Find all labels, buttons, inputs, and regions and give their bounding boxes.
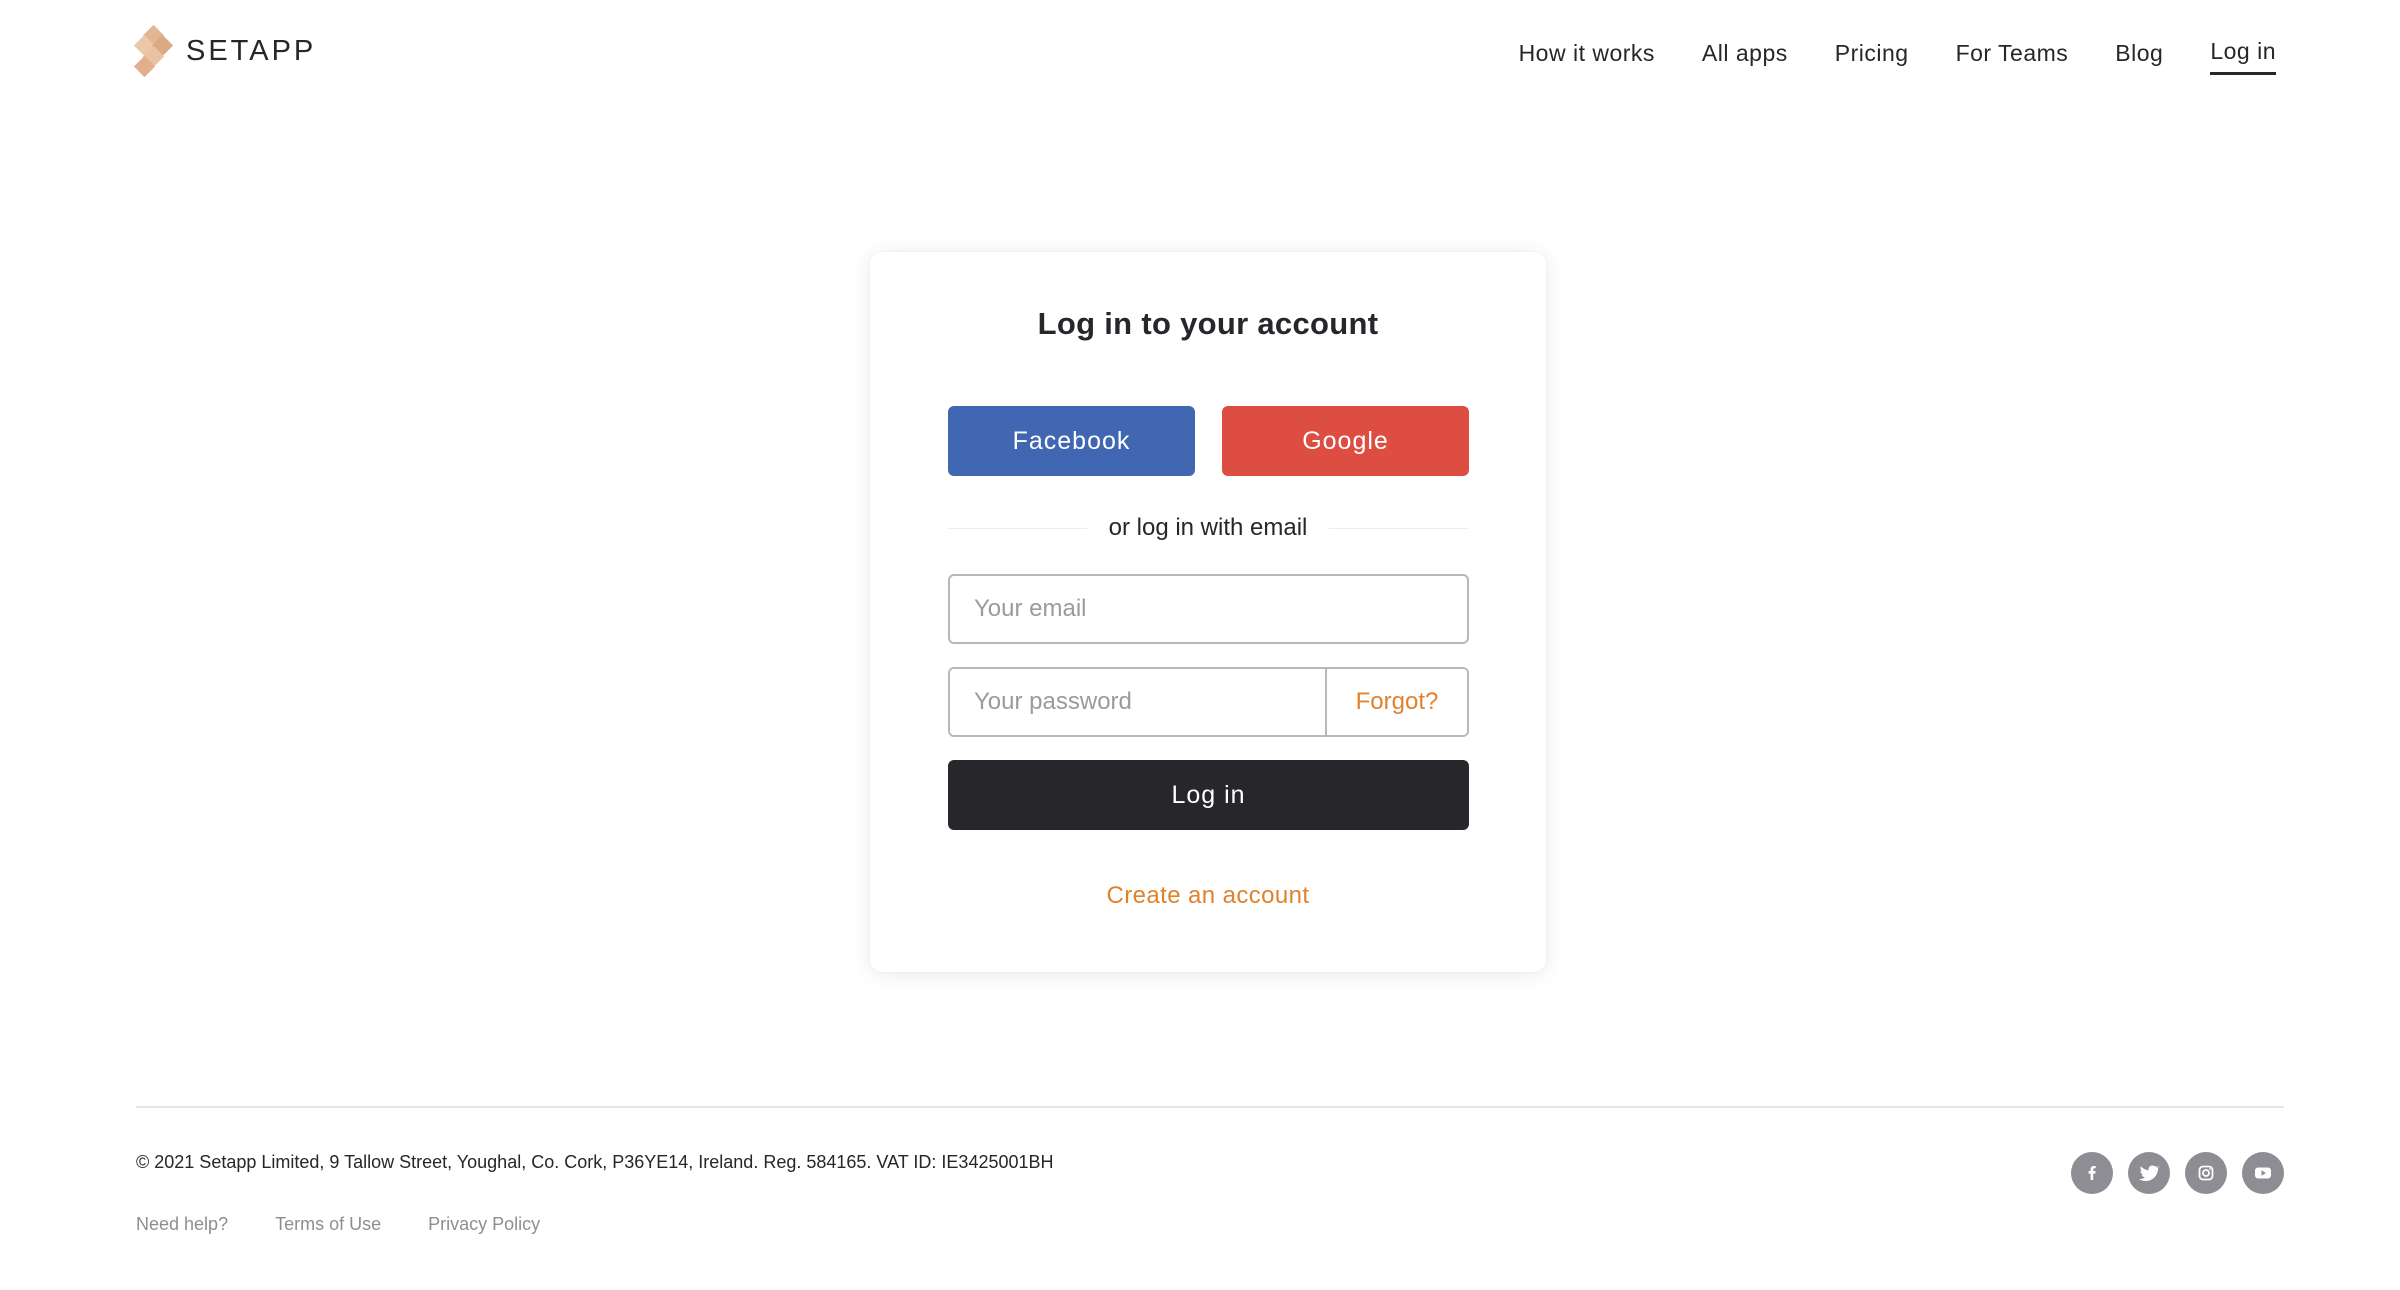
nav-log-in[interactable]: Log in: [2210, 34, 2276, 75]
setapp-logo[interactable]: SETAPP: [133, 24, 317, 78]
login-card: Log in to your account Facebook Google o…: [870, 252, 1546, 972]
google-login-button[interactable]: Google: [1222, 406, 1469, 476]
email-divider: or log in with email: [948, 508, 1468, 548]
brand-name: SETAPP: [186, 34, 317, 67]
twitter-icon[interactable]: [2128, 1152, 2170, 1194]
social-links: [2056, 1152, 2284, 1194]
password-input[interactable]: [950, 669, 1325, 735]
login-submit-button[interactable]: Log in: [948, 760, 1469, 830]
facebook-login-button[interactable]: Facebook: [948, 406, 1195, 476]
site-header: SETAPP How it works All apps Pricing For…: [0, 0, 2400, 104]
divider-text: or log in with email: [1108, 514, 1308, 541]
main-nav: How it works All apps Pricing For Teams …: [1472, 34, 2276, 75]
social-login-row: Facebook Google: [948, 406, 1469, 476]
setapp-logo-icon: [133, 24, 174, 78]
youtube-icon[interactable]: [2242, 1152, 2284, 1194]
nav-pricing[interactable]: Pricing: [1835, 36, 1909, 74]
nav-all-apps[interactable]: All apps: [1702, 36, 1788, 74]
password-group: Forgot?: [948, 667, 1469, 737]
forgot-password-link[interactable]: Forgot?: [1325, 669, 1467, 735]
facebook-icon[interactable]: [2071, 1152, 2113, 1194]
nav-how-it-works[interactable]: How it works: [1519, 36, 1655, 74]
create-account-link[interactable]: Create an account: [870, 882, 1546, 910]
nav-for-teams[interactable]: For Teams: [1956, 36, 2069, 74]
footer-divider: [136, 1106, 2284, 1108]
privacy-policy-link[interactable]: Privacy Policy: [428, 1214, 540, 1235]
divider-line-left: [948, 527, 1087, 529]
copyright-text: © 2021 Setapp Limited, 9 Tallow Street, …: [136, 1152, 1054, 1172]
nav-blog[interactable]: Blog: [2115, 36, 2163, 74]
terms-of-use-link[interactable]: Terms of Use: [275, 1214, 381, 1235]
email-input[interactable]: [948, 574, 1469, 644]
divider-line-right: [1329, 527, 1468, 529]
footer-links: Need help? Terms of Use Privacy Policy: [136, 1214, 587, 1235]
need-help-link[interactable]: Need help?: [136, 1214, 228, 1235]
login-title: Log in to your account: [1037, 306, 1379, 341]
instagram-icon[interactable]: [2185, 1152, 2227, 1194]
